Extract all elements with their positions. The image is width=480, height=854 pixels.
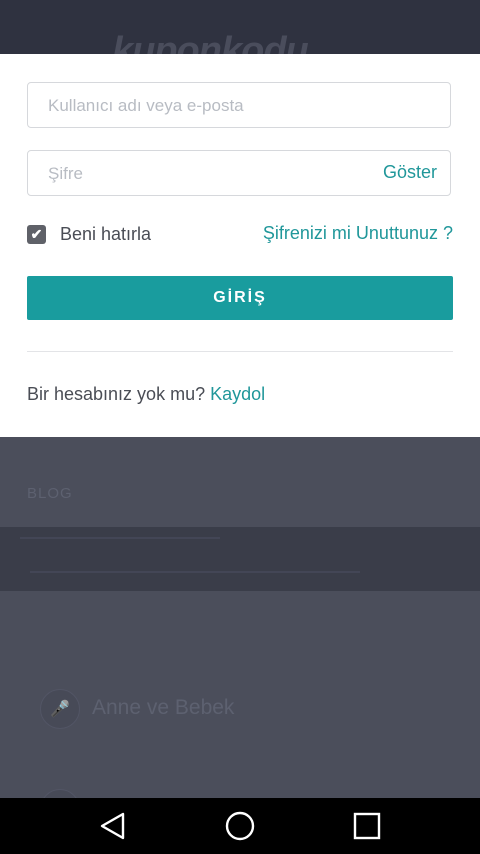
forgot-password-link[interactable]: Şifrenizi mi Unuttunuz ?	[263, 223, 453, 244]
background-page: BLOG 🎤 Anne ve Bebek	[0, 437, 480, 829]
mic-icon: 🎤	[40, 689, 80, 729]
back-triangle-icon[interactable]	[93, 806, 133, 846]
home-circle-icon[interactable]	[220, 806, 260, 846]
no-account-text: Bir hesabınız yok mu?	[27, 384, 206, 404]
password-input[interactable]	[46, 151, 380, 197]
site-logo: kuponkodu	[112, 30, 309, 54]
category-label: Anne ve Bebek	[92, 696, 235, 719]
divider	[27, 351, 453, 352]
username-input[interactable]	[46, 83, 380, 129]
checkmark-icon[interactable]: ✔	[27, 224, 46, 244]
login-modal: Göster ✔ Beni hatırla Şifrenizi mi Unutt…	[0, 54, 480, 437]
band-line	[30, 571, 360, 573]
remember-me-checkbox[interactable]: ✔ Beni hatırla	[27, 222, 151, 246]
login-button[interactable]: GİRİŞ	[27, 276, 453, 320]
signup-link[interactable]: Kaydol	[210, 384, 265, 404]
signup-prompt: Bir hesabınız yok mu? Kaydol	[27, 384, 265, 405]
password-field[interactable]: Göster	[27, 150, 451, 197]
system-nav-bar	[0, 798, 480, 854]
remember-me-label: Beni hatırla	[60, 223, 152, 244]
username-field[interactable]	[27, 82, 451, 129]
blog-heading: BLOG	[27, 485, 73, 502]
background-band	[0, 527, 480, 591]
show-password-button[interactable]: Göster	[383, 162, 437, 183]
band-line	[20, 537, 220, 539]
recents-square-icon[interactable]	[347, 806, 387, 846]
background-header: kuponkodu	[0, 0, 480, 54]
